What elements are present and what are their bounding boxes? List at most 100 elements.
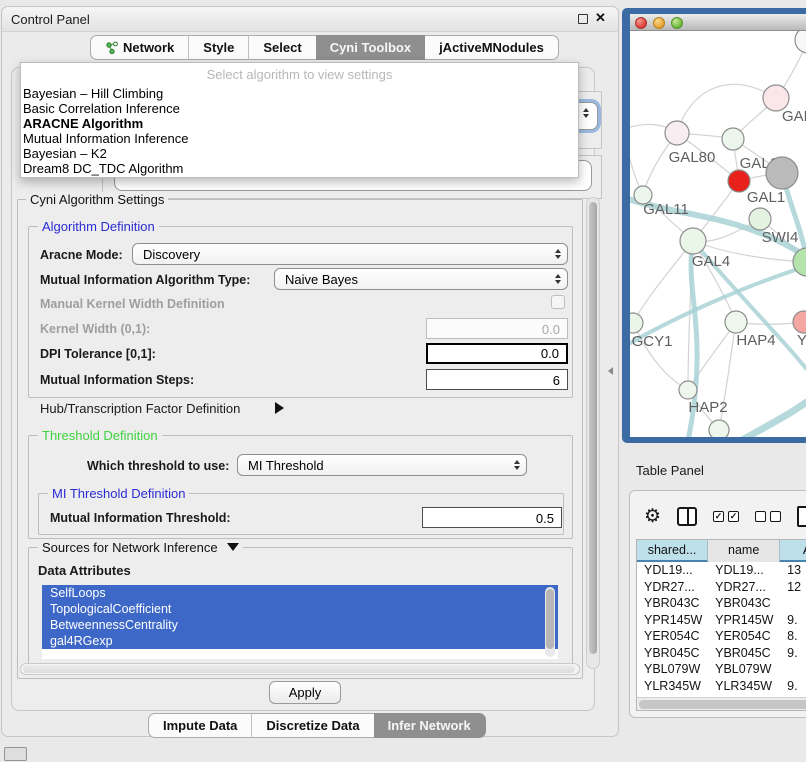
table-row[interactable]: YBR043CYBR043C: [637, 595, 806, 612]
table-row[interactable]: YDR27...YDR27...12: [637, 579, 806, 596]
control-panel-title: Control Panel: [11, 12, 90, 27]
tab-cyni-toolbox[interactable]: Cyni Toolbox: [316, 35, 425, 60]
mi-threshold-definition-legend: MI Threshold Definition: [48, 486, 189, 501]
tab-jactivemnodules[interactable]: jActiveMNodules: [425, 35, 559, 60]
table-cell: YBL079W: [637, 661, 708, 678]
docked-panel-icon[interactable]: [4, 747, 27, 761]
node-top-partial[interactable]: [795, 31, 806, 53]
node-label-gcy1: GCY1: [632, 333, 673, 350]
table-cell: YLR345W: [637, 678, 708, 695]
attribute-item-selfloops[interactable]: SelfLoops: [42, 585, 558, 601]
node-bottom-partial[interactable]: [709, 420, 729, 437]
tab-impute-data[interactable]: Impute Data: [148, 713, 251, 738]
node-swi4[interactable]: [749, 208, 771, 230]
table-cell: 9.: [780, 645, 806, 662]
which-threshold-combobox[interactable]: MI Threshold: [237, 454, 527, 476]
bottom-tab-bar: Impute DataDiscretize DataInfer Network: [148, 713, 486, 738]
table-header-row: shared...nameA: [637, 540, 806, 562]
data-attributes-list[interactable]: SelfLoopsTopologicalCoefficientBetweenne…: [42, 585, 558, 659]
algorithm-option-aracne-algorithm[interactable]: ARACNE Algorithm: [21, 116, 578, 131]
top-tab-bar: Network StyleSelectCyni ToolboxjActiveMNo…: [90, 35, 559, 60]
node-label-gal11: GAL11: [643, 201, 689, 218]
node-label-swi4: SWI4: [762, 229, 799, 246]
mi-steps-input[interactable]: 6: [426, 369, 568, 390]
settings-vertical-scrollbar[interactable]: [586, 197, 600, 669]
table-row[interactable]: YPR145WYPR145W9.: [637, 612, 806, 629]
attribute-item-topologicalcoefficient[interactable]: TopologicalCoefficient: [42, 601, 558, 617]
unchecked-pair-icon[interactable]: [755, 511, 781, 522]
table-row[interactable]: YDL19...YDL19...13: [637, 562, 806, 579]
node-gal80[interactable]: [665, 121, 689, 145]
mi-algorithm-type-combobox[interactable]: Naive Bayes: [274, 268, 568, 290]
tab-style[interactable]: Style: [188, 35, 248, 60]
algorithm-option-basic-correlation-inference[interactable]: Basic Correlation Inference: [21, 101, 578, 116]
table-cell: YBL079W: [708, 661, 780, 678]
close-icon[interactable]: ✕: [595, 10, 606, 26]
algorithm-definition-legend: Algorithm Definition: [38, 219, 159, 234]
expand-arrow-icon[interactable]: [275, 402, 284, 414]
algorithm-dropdown[interactable]: Select algorithm to view settings Bayesi…: [20, 62, 579, 178]
network-icon: [105, 41, 118, 54]
node-gcy1[interactable]: [630, 313, 643, 333]
table-cell: YER054C: [637, 628, 708, 645]
column-header-a[interactable]: A: [780, 540, 806, 562]
node-label-gal1: GAL1: [747, 189, 785, 206]
tab-label: Network: [123, 40, 174, 55]
table-row[interactable]: YLR345WYLR345W9.: [637, 678, 806, 695]
node-gal4[interactable]: [680, 228, 706, 254]
table-cell: YDR27...: [637, 579, 708, 596]
spinner-icon: [549, 274, 567, 284]
split-columns-icon[interactable]: [677, 507, 697, 526]
mi-threshold-input[interactable]: 0.5: [422, 507, 562, 528]
column-header-shared[interactable]: shared...: [637, 540, 708, 562]
manual-kernel-width-checkbox[interactable]: [551, 295, 565, 309]
tab-infer-network[interactable]: Infer Network: [374, 713, 486, 738]
table-cell: YBR043C: [637, 595, 708, 612]
attributes-scrollbar[interactable]: [545, 587, 555, 657]
algorithm-option-mutual-information-inference[interactable]: Mutual Information Inference: [21, 131, 578, 146]
close-traffic-light[interactable]: [635, 17, 647, 29]
table-row[interactable]: YER054CYER054C8.: [637, 628, 806, 645]
aracne-mode-combobox[interactable]: Discovery: [132, 243, 568, 265]
page-icon[interactable]: [797, 506, 806, 527]
tab-network[interactable]: Network: [90, 35, 188, 60]
control-panel-titlebar: Control Panel ✕: [2, 7, 618, 32]
dpi-tolerance-input[interactable]: 0.0: [426, 343, 568, 364]
table-row[interactable]: YBL079WYBL079W: [637, 661, 806, 678]
table-row[interactable]: YBR045CYBR045C9.: [637, 645, 806, 662]
algorithm-option-bayesian-k2[interactable]: Bayesian – K2: [21, 146, 578, 161]
attribute-item-gal4rgexp[interactable]: gal4RGexp: [42, 633, 558, 649]
network-canvas[interactable]: GALGAL80GAL10GAL1GAL11SWI4GAL4GCY1HAP4YH…: [630, 31, 806, 437]
hub-section-label[interactable]: Hub/Transcription Factor Definition: [40, 401, 240, 416]
table-horizontal-scrollbar[interactable]: [637, 697, 806, 710]
node-label-gal80: GAL80: [669, 149, 716, 166]
node-gal10[interactable]: [722, 128, 744, 150]
kernel-width-input[interactable]: 0.0: [426, 318, 568, 339]
sources-legend-text[interactable]: Sources for Network Inference: [42, 540, 218, 555]
gear-icon[interactable]: ⚙: [644, 507, 661, 526]
network-window-titlebar[interactable]: [630, 14, 806, 31]
table-cell: YDL19...: [708, 562, 780, 579]
tab-discretize-data[interactable]: Discretize Data: [251, 713, 373, 738]
network-edge: [677, 84, 776, 133]
checked-pair-icon[interactable]: ✓✓: [713, 511, 739, 522]
node-salmon[interactable]: [793, 311, 806, 333]
node-hap4[interactable]: [725, 311, 747, 333]
splitter-handle-icon[interactable]: [608, 367, 613, 375]
column-header-name[interactable]: name: [708, 540, 780, 562]
algorithm-option-dream8-dc-tdc-algorithm[interactable]: Dream8 DC_TDC Algorithm: [21, 161, 578, 176]
node-hap2[interactable]: [679, 381, 697, 399]
attribute-item-betweennesscentrality[interactable]: BetweennessCentrality: [42, 617, 558, 633]
algorithm-option-bayesian-hill-climbing[interactable]: Bayesian – Hill Climbing: [21, 86, 578, 101]
settings-horizontal-scrollbar[interactable]: [20, 663, 580, 675]
node-gray[interactable]: [766, 157, 798, 189]
threshold-definition-legend: Threshold Definition: [38, 428, 162, 443]
control-panel: Control Panel ✕ Network StyleSelectCyni T…: [1, 6, 619, 737]
apply-button[interactable]: Apply: [269, 681, 341, 704]
collapse-arrow-icon[interactable]: [227, 543, 239, 551]
float-icon[interactable]: [578, 14, 588, 24]
manual-kernel-width-label: Manual Kernel Width Definition: [40, 297, 225, 311]
zoom-traffic-light[interactable]: [671, 17, 683, 29]
minimize-traffic-light[interactable]: [653, 17, 665, 29]
tab-select[interactable]: Select: [248, 35, 315, 60]
